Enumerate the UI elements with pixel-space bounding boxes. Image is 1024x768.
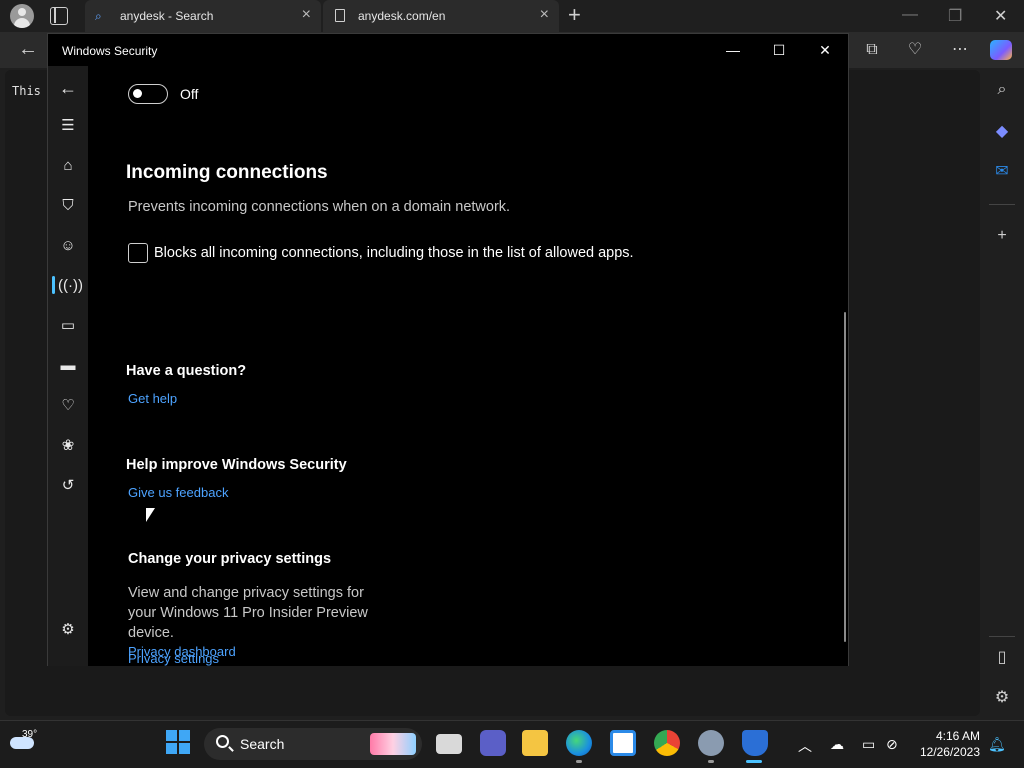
chrome-icon[interactable]: [654, 730, 680, 756]
running-indicator: [576, 760, 582, 763]
windows-security-taskbar-icon[interactable]: [742, 730, 768, 756]
settings-gear-icon[interactable]: ⚙: [58, 620, 78, 640]
document-icon: [335, 9, 345, 22]
search-label: Search: [240, 736, 285, 752]
improve-heading: Help improve Windows Security: [126, 457, 347, 473]
temperature: 39°: [22, 729, 38, 740]
show-hidden-icons-chevron-icon[interactable]: ︿: [798, 736, 812, 756]
protection-history-icon[interactable]: ↺: [58, 476, 78, 496]
minimize-button[interactable]: —: [713, 38, 753, 62]
get-help-link[interactable]: Get help: [128, 391, 177, 406]
add-icon[interactable]: +: [992, 226, 1012, 246]
home-icon[interactable]: ⌂: [58, 156, 78, 176]
block-incoming-label: Blocks all incoming connections, includi…: [154, 245, 634, 261]
tab-actions-icon[interactable]: [50, 7, 68, 25]
more-options-icon[interactable]: ⋯: [951, 41, 969, 59]
title-bar: Windows Security — ☐ ✕: [48, 34, 848, 66]
task-view-icon[interactable]: [436, 734, 462, 754]
search-icon[interactable]: ⌕: [992, 80, 1012, 100]
family-options-icon[interactable]: ❀: [58, 436, 78, 456]
back-arrow-icon[interactable]: ←: [58, 78, 78, 98]
search-icon: ⌕: [95, 9, 102, 23]
settings-gear-icon[interactable]: ⚙: [992, 688, 1012, 708]
incoming-connections-heading: Incoming connections: [126, 162, 328, 183]
close-tab-icon[interactable]: ×: [302, 7, 311, 23]
scrollbar[interactable]: [844, 312, 846, 642]
question-heading: Have a question?: [126, 363, 247, 379]
close-button[interactable]: ✕: [805, 38, 845, 62]
sidebar-divider: [989, 636, 1015, 637]
close-tab-icon[interactable]: ×: [540, 7, 549, 23]
nav-sidebar: ← ☰ ⌂ ⛉ ☺ ((·)) ▭ ▬ ♡ ❀ ↺ ⚙: [48, 66, 88, 666]
search-highlight-art: [370, 733, 416, 755]
browser-close-icon[interactable]: ✕: [994, 6, 1007, 26]
display-icon[interactable]: ▭: [862, 736, 875, 753]
search-icon: [216, 735, 229, 748]
store-icon[interactable]: [610, 730, 636, 756]
feedback-link[interactable]: Give us feedback: [128, 485, 228, 500]
device-health-icon[interactable]: ♡: [58, 396, 78, 416]
sidebar-divider: [989, 204, 1015, 205]
running-indicator: [708, 760, 714, 763]
network-volume-icon[interactable]: ⊘: [886, 736, 898, 753]
incoming-connections-description: Prevents incoming connections when on a …: [128, 199, 511, 215]
main-content: Off Incoming connections Prevents incomi…: [88, 66, 848, 666]
edge-icon[interactable]: [566, 730, 592, 756]
taskbar-search[interactable]: Search: [204, 728, 422, 760]
collections-icon[interactable]: ⧉: [863, 41, 881, 59]
file-explorer-icon[interactable]: [522, 730, 548, 756]
tab-label: anydesk - Search: [120, 9, 214, 23]
privacy-heading: Change your privacy settings: [128, 551, 332, 567]
shield-icon[interactable]: ⛉: [58, 196, 78, 216]
device-security-icon[interactable]: ▬: [58, 356, 78, 376]
clock-date[interactable]: 12/26/2023: [916, 745, 980, 759]
teams-chat-icon[interactable]: [480, 730, 506, 756]
toggle-state-label: Off: [180, 86, 199, 102]
copilot-sidebar-icon[interactable]: ◆: [992, 122, 1012, 142]
profile-avatar[interactable]: [10, 4, 34, 28]
settings-gear-icon[interactable]: [698, 730, 724, 756]
window-title: Windows Security: [62, 44, 158, 58]
clock-time[interactable]: 4:16 AM: [930, 729, 980, 743]
notification-bell-icon[interactable]: 🔔︎: [988, 736, 1006, 753]
copilot-icon[interactable]: [990, 40, 1012, 60]
new-tab-icon[interactable]: +: [568, 4, 581, 26]
split-screen-icon[interactable]: ▯: [992, 648, 1012, 668]
back-arrow-icon[interactable]: ←: [18, 38, 38, 61]
windows-security-window: Windows Security — ☐ ✕ ← ☰ ⌂ ⛉ ☺ ((·)) ▭…: [47, 33, 849, 666]
page-text: This: [12, 84, 41, 98]
active-indicator: [746, 760, 762, 763]
toggle-switch[interactable]: [128, 84, 168, 104]
start-button[interactable]: [166, 730, 192, 756]
browser-restore-icon[interactable]: ❐: [948, 6, 962, 26]
maximize-button[interactable]: ☐: [759, 38, 799, 62]
tab-anydesk-search[interactable]: ⌕ anydesk - Search ×: [85, 0, 321, 32]
tab-anydesk-com[interactable]: anydesk.com/en ×: [323, 0, 559, 32]
outlook-icon[interactable]: ✉: [992, 162, 1012, 182]
account-icon[interactable]: ☺: [58, 236, 78, 256]
privacy-description: View and change privacy settings for you…: [128, 585, 368, 641]
hamburger-menu-icon[interactable]: ☰: [58, 116, 78, 136]
privacy-dashboard-link[interactable]: Privacy dashboard: [128, 644, 236, 659]
tab-label: anydesk.com/en: [358, 9, 446, 23]
health-icon[interactable]: ♡: [906, 41, 924, 59]
browser-tab-bar: ⌕ anydesk - Search × anydesk.com/en × + …: [0, 0, 1024, 32]
firewall-network-icon[interactable]: ((·)): [58, 276, 83, 296]
block-incoming-checkbox[interactable]: [128, 243, 148, 263]
onedrive-icon[interactable]: ☁: [830, 736, 844, 753]
browser-minimize-icon[interactable]: —: [902, 6, 918, 24]
mouse-cursor-icon: [146, 508, 155, 522]
nav-active-indicator: [52, 276, 55, 294]
app-browser-control-icon[interactable]: ▭: [58, 316, 78, 336]
